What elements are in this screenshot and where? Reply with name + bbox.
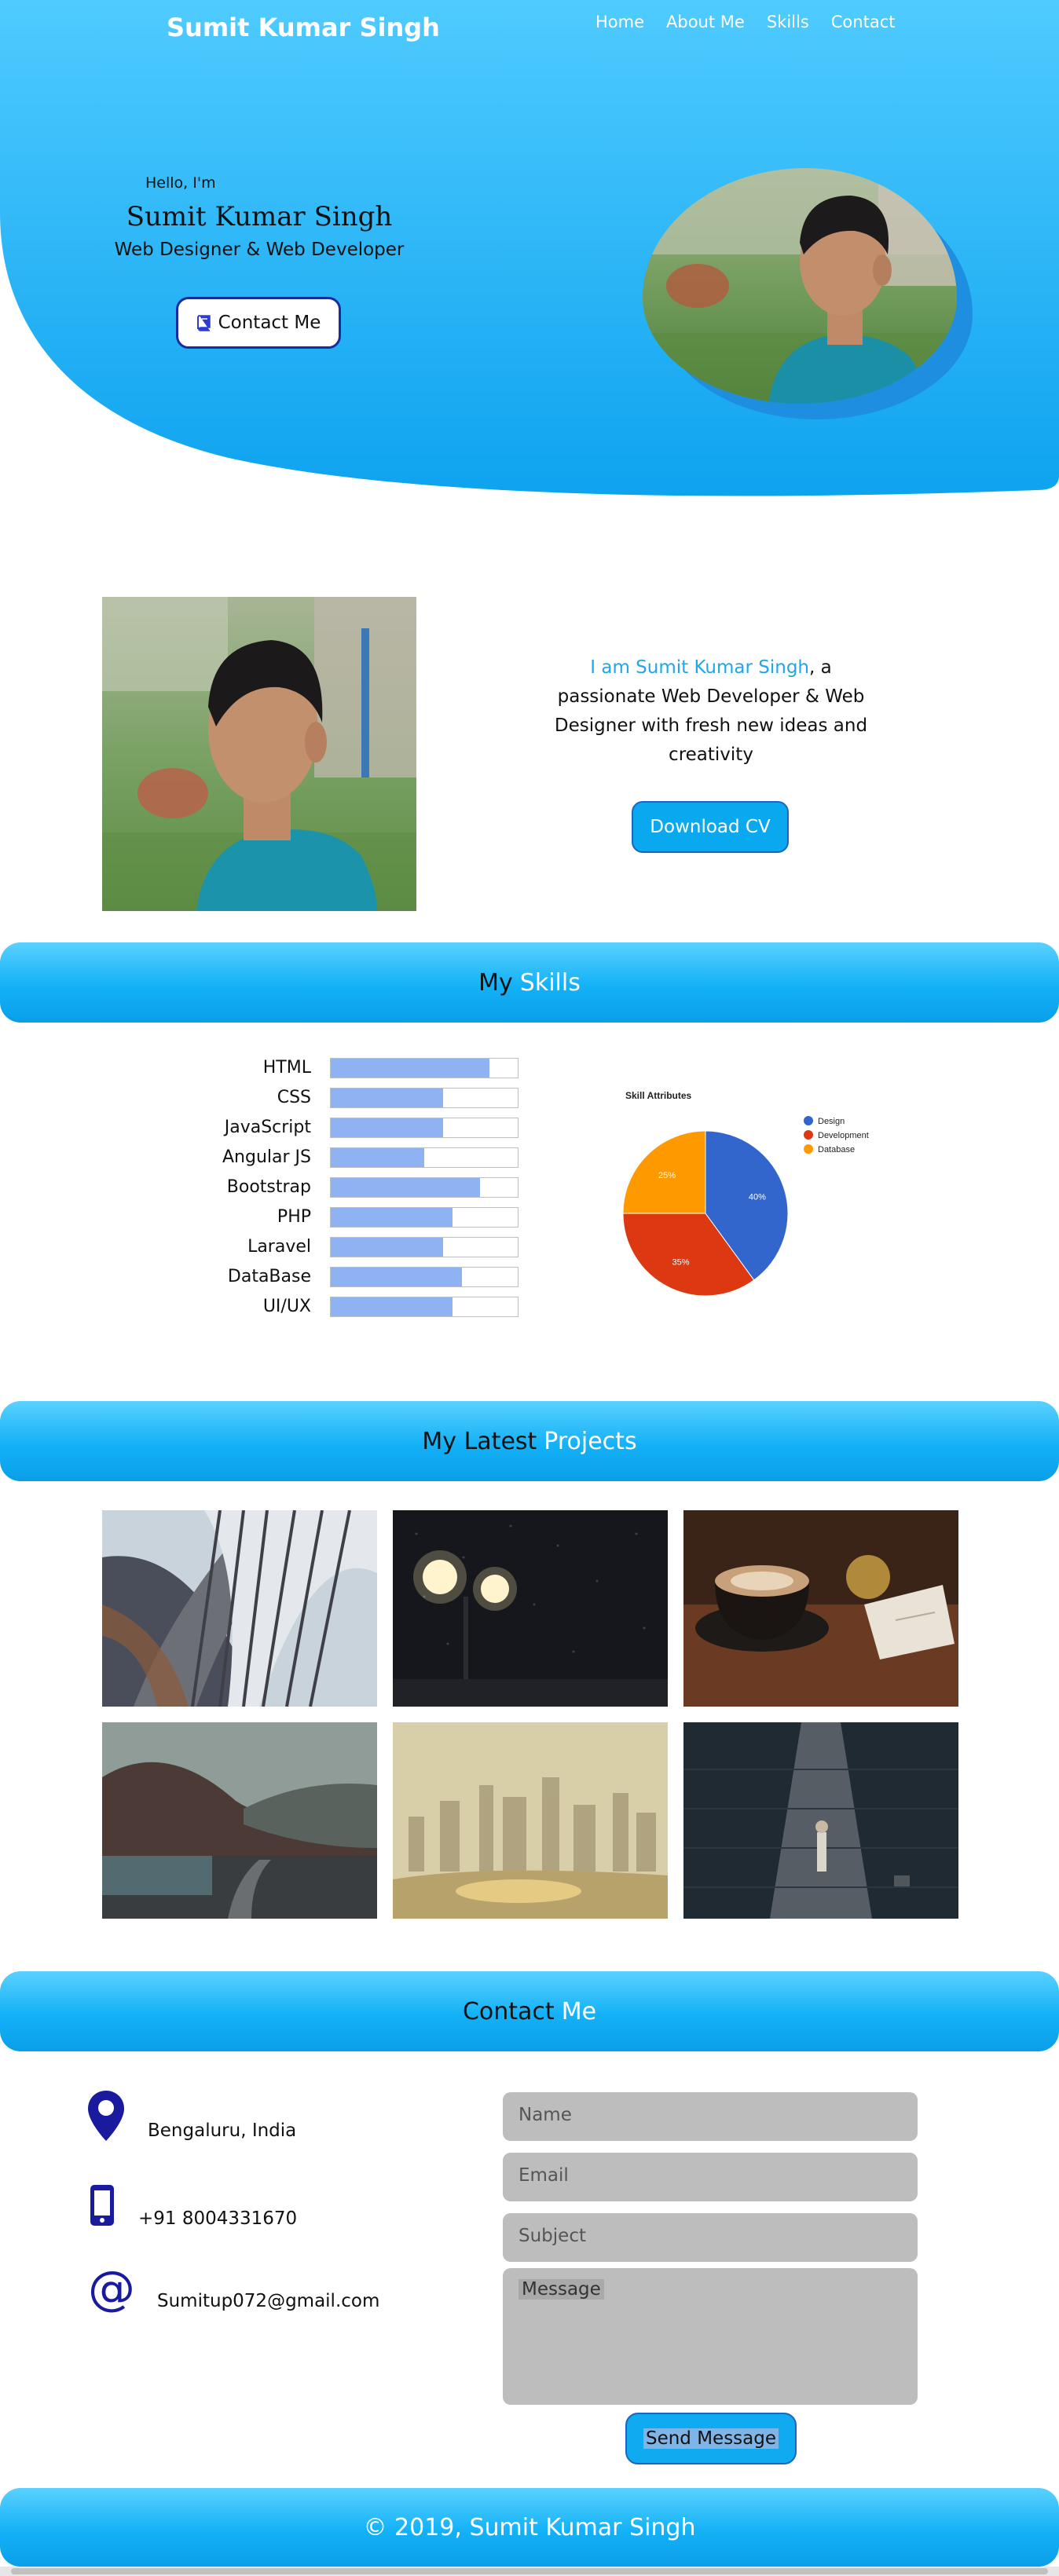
- contact-phone: +91 8004331670: [138, 2208, 298, 2229]
- nav-contact[interactable]: Contact: [831, 13, 896, 31]
- skill-bar-track: [330, 1177, 519, 1198]
- skill-label: CSS: [277, 1088, 311, 1107]
- legend-swatch: [804, 1130, 813, 1140]
- legend-label: Development: [818, 1131, 869, 1140]
- projects-heading: My Latest: [422, 1427, 537, 1455]
- contact-email: Sumitup072@gmail.com: [157, 2291, 380, 2311]
- project-card-city[interactable]: [393, 1722, 668, 1919]
- skill-bar-track: [330, 1058, 519, 1078]
- skill-bar-track: [330, 1147, 519, 1168]
- nav-skills[interactable]: Skills: [767, 13, 809, 31]
- skills-heading-band: My Skills: [0, 942, 1059, 1023]
- download-cv-button[interactable]: Download CV: [632, 801, 789, 853]
- mountain-road-photo: [102, 1722, 377, 1919]
- skill-bar-fill: [331, 1268, 462, 1286]
- about-description: I am Sumit Kumar Singh, a passionate Web…: [542, 653, 880, 770]
- skill-label: PHP: [277, 1207, 311, 1227]
- legend-label: Database: [818, 1145, 855, 1154]
- pie-slice-label: 40%: [749, 1193, 766, 1202]
- brand-logo[interactable]: Sumit Kumar Singh: [167, 13, 440, 42]
- skill-bar-fill: [331, 1089, 443, 1107]
- project-card-coffee[interactable]: [683, 1510, 958, 1707]
- profile-photo-image: [643, 168, 957, 404]
- project-card-alley[interactable]: [683, 1722, 958, 1919]
- projects-heading-band: My Latest Projects: [0, 1401, 1059, 1481]
- name-input[interactable]: Name: [503, 2092, 918, 2141]
- skill-bar-track: [330, 1207, 519, 1228]
- skill-label: UI/UX: [262, 1297, 311, 1316]
- skill-bar-track: [330, 1297, 519, 1317]
- email-at-icon: @: [88, 2263, 135, 2314]
- skill-label: Angular JS: [222, 1147, 311, 1167]
- coffee-cup-photo: [683, 1510, 958, 1707]
- message-placeholder: Message: [519, 2279, 604, 2300]
- project-card-bookshelf[interactable]: [102, 1510, 377, 1707]
- contact-heading: Contact: [462, 1997, 555, 2025]
- projects-heading-highlight: Projects: [544, 1427, 637, 1455]
- skill-bar-track: [330, 1237, 519, 1257]
- scrollbar-thumb[interactable]: [11, 2568, 1048, 2574]
- location-pin-icon: [88, 2091, 124, 2141]
- hero-greeting: Hello, I'm: [145, 174, 216, 192]
- skill-bar-fill: [331, 1059, 490, 1078]
- skill-label: Bootstrap: [226, 1177, 311, 1197]
- skill-label: DataBase: [227, 1267, 311, 1286]
- legend-swatch: [804, 1116, 813, 1125]
- contact-location: Bengaluru, India: [148, 2120, 297, 2141]
- about-highlight: I am Sumit Kumar Singh: [590, 657, 809, 678]
- skill-bar-fill: [331, 1148, 424, 1167]
- project-card-mountain[interactable]: [102, 1722, 377, 1919]
- skills-heading-highlight: Skills: [519, 968, 581, 997]
- skill-bar-fill: [331, 1118, 443, 1137]
- skill-bar-fill: [331, 1297, 453, 1316]
- send-message-button[interactable]: Send Message: [625, 2413, 797, 2464]
- skill-bar-track: [330, 1267, 519, 1287]
- legend-swatch: [804, 1144, 813, 1154]
- book-icon: [196, 315, 211, 331]
- contact-heading-highlight: Me: [561, 1997, 597, 2025]
- skill-label: JavaScript: [224, 1118, 311, 1137]
- footer-copyright: © 2019, Sumit Kumar Singh: [363, 2513, 696, 2541]
- nav-home[interactable]: Home: [595, 13, 644, 31]
- hero-profile-photo: [643, 168, 957, 404]
- bookshelf-photo: [102, 1510, 377, 1707]
- pie-slice-label: 25%: [658, 1171, 676, 1180]
- svg-text:@: @: [88, 2263, 135, 2314]
- contact-me-button[interactable]: Contact Me: [176, 297, 341, 349]
- footer: © 2019, Sumit Kumar Singh: [0, 2488, 1059, 2567]
- skill-bar-fill: [331, 1178, 481, 1197]
- hero-name: Sumit Kumar Singh: [126, 201, 393, 232]
- email-input[interactable]: Email: [503, 2153, 918, 2201]
- about-profile-photo: [102, 597, 416, 911]
- main-nav: Home About Me Skills Contact: [595, 13, 895, 31]
- phone-icon: [90, 2185, 114, 2226]
- foggy-city-photo: [393, 1722, 668, 1919]
- project-card-street-lamps[interactable]: [393, 1510, 668, 1707]
- skill-bar-fill: [331, 1238, 443, 1257]
- chart-title: Skill Attributes: [625, 1090, 692, 1101]
- skill-label: Laravel: [247, 1237, 311, 1257]
- skill-bar-track: [330, 1118, 519, 1138]
- nav-about[interactable]: About Me: [666, 13, 745, 31]
- hero-role: Web Designer & Web Developer: [114, 240, 405, 260]
- dark-alley-photo: [683, 1722, 958, 1919]
- skills-heading: My: [478, 968, 513, 997]
- subject-input[interactable]: Subject: [503, 2213, 918, 2262]
- pie-slice-label: 35%: [672, 1258, 690, 1268]
- street-lamps-photo: [393, 1510, 668, 1707]
- skill-bar-fill: [331, 1208, 453, 1227]
- hero-section: Sumit Kumar Singh Home About Me Skills C…: [0, 0, 1059, 503]
- contact-me-label: Contact Me: [218, 313, 321, 333]
- contact-heading-band: Contact Me: [0, 1971, 1059, 2051]
- skill-bar-track: [330, 1088, 519, 1108]
- legend-label: Design: [818, 1117, 845, 1126]
- horizontal-scrollbar[interactable]: [0, 2567, 1059, 2576]
- skill-attributes-chart: Skill Attributes 40% 35% 25% Design Developme…: [622, 1090, 869, 1297]
- send-message-label: Send Message: [643, 2428, 779, 2449]
- message-textarea[interactable]: Message: [503, 2268, 918, 2405]
- skill-label: HTML: [262, 1058, 311, 1078]
- about-photo-image: [102, 597, 416, 911]
